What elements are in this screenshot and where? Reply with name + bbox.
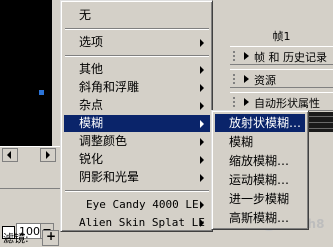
divider [0, 188, 60, 189]
panel-label: 帧 和 历史记录 [254, 51, 327, 64]
menu-separator [65, 55, 209, 57]
menu-item-other[interactable]: 其他 [64, 61, 210, 78]
submenu-item-motion-blur[interactable]: 运动模糊… [215, 171, 305, 189]
menu-item-alien-skin-splat[interactable]: Alien Skin Splat LE [64, 214, 210, 231]
menu-item-blur[interactable]: 模糊 [64, 115, 210, 132]
panel-autoshape-properties[interactable]: 自动形状属性 [230, 92, 333, 111]
submenu-arrow-icon [200, 138, 204, 146]
menu-item-sharpen[interactable]: 锐化 [64, 151, 210, 168]
stage-selection-dot [39, 90, 44, 95]
menu-item-adjust-color[interactable]: 调整颜色 [64, 133, 210, 150]
expand-arrow-icon [244, 98, 249, 106]
submenu-arrow-icon [200, 219, 204, 227]
submenu-item-radial-blur[interactable]: 放射状模糊… [215, 114, 305, 132]
arrow-right-icon [46, 151, 50, 159]
submenu-item-gaussian-blur[interactable]: 高斯模糊… [215, 209, 305, 227]
panel-frames-history[interactable]: 帧 和 历史记录 [230, 46, 333, 65]
submenu-arrow-icon [200, 84, 204, 92]
menu-item-noise[interactable]: 杂点 [64, 97, 210, 114]
menu-item-bevel-emboss[interactable]: 斜角和浮雕 [64, 79, 210, 96]
filter-menu: 无 选项 其他 斜角和浮雕 杂点 模糊 调整颜色 锐化 阴影和光晕 Eye Ca… [60, 0, 213, 232]
submenu-arrow-icon [200, 66, 204, 74]
submenu-arrow-icon [200, 174, 204, 182]
submenu-arrow-icon [200, 39, 204, 47]
arrow-left-icon [7, 151, 11, 159]
expand-arrow-icon [244, 75, 249, 83]
panel-label: 自动形状属性 [254, 97, 320, 110]
menu-separator [65, 190, 209, 192]
scroll-left-button[interactable] [2, 148, 18, 162]
expand-arrow-icon [244, 52, 249, 60]
menu-item-none[interactable]: 无 [64, 7, 210, 24]
menu-item-options[interactable]: 选项 [64, 34, 210, 51]
submenu-item-blur-more[interactable]: 进一步模糊 [215, 190, 305, 208]
plus-icon: + [46, 229, 57, 243]
submenu-item-zoom-blur[interactable]: 缩放模糊… [215, 152, 305, 170]
submenu-arrow-icon [200, 120, 204, 128]
scroll-right-button[interactable] [40, 148, 56, 162]
submenu-arrow-icon [200, 102, 204, 110]
canvas-stage[interactable] [0, 0, 52, 146]
menu-item-shadow-glow[interactable]: 阴影和光晕 [64, 169, 210, 186]
submenu-arrow-icon [200, 201, 204, 209]
filter-label: 滤镜: [3, 232, 29, 245]
submenu-item-blur[interactable]: 模糊 [215, 133, 305, 151]
grip-icon [233, 51, 241, 61]
frame-header: 帧1 [230, 28, 333, 47]
blur-submenu: 放射状模糊… 模糊 缩放模糊… 运动模糊… 进一步模糊 高斯模糊… [211, 110, 309, 230]
grip-icon [233, 74, 241, 84]
menu-item-eye-candy[interactable]: Eye Candy 4000 LE [64, 196, 210, 213]
menu-separator [65, 28, 209, 30]
panel-label: 资源 [254, 74, 276, 87]
add-filter-button[interactable]: + [42, 229, 59, 246]
panel-library[interactable]: 资源 [230, 69, 333, 88]
grip-icon [233, 97, 241, 107]
submenu-arrow-icon [200, 156, 204, 164]
